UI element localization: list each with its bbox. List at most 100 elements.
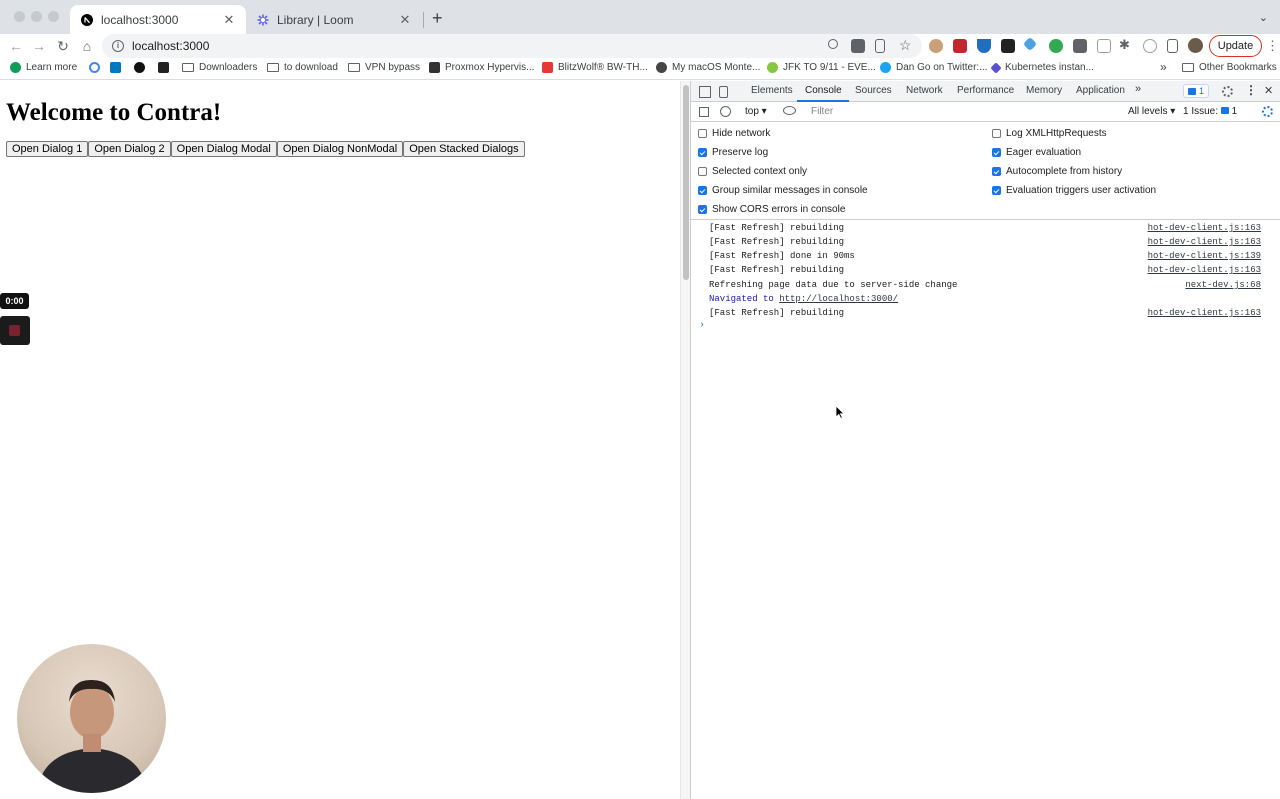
- group-similar-option[interactable]: Group similar messages in console: [698, 185, 868, 196]
- preserve-log-option[interactable]: Preserve log: [698, 147, 768, 158]
- source-link[interactable]: next-dev.js:68: [1185, 278, 1261, 292]
- sidebar-toggle-icon[interactable]: [699, 107, 709, 117]
- bookmark-kubernetes[interactable]: Kubernetes instan...: [990, 61, 1094, 74]
- extension-cookie-icon[interactable]: [929, 39, 943, 53]
- checkbox[interactable]: [698, 186, 707, 195]
- settings-gear-icon[interactable]: [1222, 86, 1233, 97]
- selected-context-only-option[interactable]: Selected context only: [698, 166, 807, 177]
- checkbox[interactable]: [698, 148, 707, 157]
- show-cors-errors-option[interactable]: Show CORS errors in console: [698, 204, 845, 215]
- home-icon[interactable]: ⌂: [78, 37, 96, 55]
- checkbox[interactable]: [698, 205, 707, 214]
- address-bar[interactable]: i localhost:3000: [102, 34, 922, 58]
- translate-icon[interactable]: [851, 39, 865, 53]
- extension-green-icon[interactable]: [1049, 39, 1063, 53]
- search-icon[interactable]: [828, 39, 838, 49]
- devtools-tab-elements[interactable]: Elements: [751, 85, 793, 96]
- bookmark-proxmox[interactable]: Proxmox Hypervis...: [429, 62, 534, 73]
- issues-counter[interactable]: 1 Issue: 1: [1183, 106, 1237, 117]
- extension-refresh-icon[interactable]: [1143, 39, 1157, 53]
- clear-console-icon[interactable]: [720, 106, 731, 117]
- hide-network-option[interactable]: Hide network: [698, 128, 770, 139]
- open-dialog-modal-button[interactable]: Open Dialog Modal: [170, 141, 277, 157]
- checkbox[interactable]: [698, 167, 707, 176]
- console-prompt[interactable]: ›: [699, 320, 705, 331]
- autocomplete-history-option[interactable]: Autocomplete from history: [992, 166, 1122, 177]
- bookmark-google[interactable]: [89, 62, 105, 73]
- zoom-window-dot[interactable]: [48, 11, 59, 22]
- close-tab-icon[interactable]: ✕: [398, 12, 412, 28]
- browser-menu-icon[interactable]: ⋮: [1266, 38, 1279, 54]
- side-panel-icon[interactable]: [1167, 39, 1178, 53]
- bookmark-play[interactable]: [134, 62, 150, 73]
- navigated-url-link[interactable]: http://localhost:3000/: [779, 294, 898, 304]
- devtools-tab-application[interactable]: Application: [1076, 85, 1125, 96]
- checkbox[interactable]: [992, 186, 1001, 195]
- device-toolbar-icon[interactable]: [719, 86, 728, 98]
- source-link[interactable]: hot-dev-client.js:163: [1148, 235, 1261, 249]
- evaluation-triggers-activation-option[interactable]: Evaluation triggers user activation: [992, 185, 1156, 196]
- source-link[interactable]: hot-dev-client.js:139: [1148, 249, 1261, 263]
- bookmark-star-icon[interactable]: ☆: [899, 38, 913, 52]
- source-link[interactable]: hot-dev-client.js:163: [1148, 306, 1261, 320]
- devtools-tab-sources[interactable]: Sources: [855, 85, 892, 96]
- checkbox[interactable]: [992, 148, 1001, 157]
- tab-loom-library[interactable]: Library | Loom ✕: [246, 5, 422, 34]
- bookmark-terminal[interactable]: [158, 62, 174, 73]
- profile-avatar[interactable]: [1188, 38, 1203, 53]
- bookmark-other-bookmarks[interactable]: Other Bookmarks: [1182, 62, 1277, 73]
- context-selector[interactable]: top ▾: [745, 106, 767, 117]
- console-filter-input[interactable]: Filter: [809, 105, 1119, 119]
- extension-grammarly-icon[interactable]: [1097, 39, 1111, 53]
- devtools-tab-memory[interactable]: Memory: [1026, 85, 1062, 96]
- source-link[interactable]: hot-dev-client.js:163: [1148, 221, 1261, 235]
- new-tab-button[interactable]: +: [432, 9, 443, 27]
- extensions-puzzle-icon[interactable]: ✱: [1119, 38, 1133, 52]
- more-bookmarks-button[interactable]: »: [1160, 60, 1167, 74]
- issues-badge[interactable]: 1: [1183, 84, 1210, 98]
- log-levels-dropdown[interactable]: All levels ▾: [1128, 106, 1175, 117]
- open-dialog-2-button[interactable]: Open Dialog 2: [88, 141, 171, 157]
- source-link[interactable]: hot-dev-client.js:163: [1148, 263, 1261, 277]
- bookmark-macos[interactable]: My macOS Monte...: [656, 62, 760, 73]
- inspect-element-icon[interactable]: [699, 86, 711, 98]
- bookmark-blitzwolf[interactable]: BlitzWolf® BW-TH...: [542, 62, 648, 73]
- bookmark-learn-more[interactable]: Learn more: [10, 62, 77, 73]
- bookmark-folder-to-download[interactable]: to download: [267, 62, 338, 73]
- devtools-tab-console[interactable]: Console: [805, 85, 842, 96]
- open-dialog-nonmodal-button[interactable]: Open Dialog NonModal: [276, 141, 404, 157]
- devtools-tab-performance[interactable]: Performance: [957, 85, 1014, 96]
- console-settings-gear-icon[interactable]: [1262, 106, 1273, 117]
- extension-pin-icon[interactable]: [1022, 36, 1038, 52]
- bookmark-folder-downloaders[interactable]: Downloaders: [182, 62, 257, 73]
- bookmark-trello[interactable]: [110, 62, 126, 73]
- minimize-window-dot[interactable]: [31, 11, 42, 22]
- bookmark-folder-vpn-bypass[interactable]: VPN bypass: [348, 62, 420, 73]
- eager-evaluation-option[interactable]: Eager evaluation: [992, 147, 1081, 158]
- open-stacked-dialogs-button[interactable]: Open Stacked Dialogs: [403, 141, 525, 157]
- close-window-dot[interactable]: [14, 11, 25, 22]
- stop-recording-button[interactable]: [0, 316, 30, 345]
- devtools-menu-icon[interactable]: ⋮: [1245, 83, 1257, 97]
- log-xhr-option[interactable]: Log XMLHttpRequests: [992, 128, 1107, 139]
- checkbox[interactable]: [992, 129, 1001, 138]
- close-tab-icon[interactable]: ✕: [222, 12, 236, 28]
- extension-vue-icon[interactable]: [977, 39, 991, 53]
- tab-localhost[interactable]: localhost:3000 ✕: [70, 5, 246, 34]
- back-arrow-icon[interactable]: ←: [7, 37, 25, 55]
- update-button[interactable]: Update: [1209, 35, 1262, 57]
- site-info-icon[interactable]: i: [112, 40, 124, 52]
- extension-tools-icon[interactable]: [1073, 39, 1087, 53]
- page-scrollbar[interactable]: [680, 81, 690, 799]
- live-expression-eye-icon[interactable]: [783, 106, 796, 115]
- extension-badge-icon[interactable]: [1001, 39, 1015, 53]
- extension-ublock-icon[interactable]: [953, 39, 967, 53]
- bookmark-jfk[interactable]: JFK TO 9/11 - EVE...: [767, 62, 876, 73]
- tab-search-chevron-icon[interactable]: ⌄: [1259, 11, 1268, 24]
- more-tabs-button[interactable]: »: [1135, 83, 1141, 95]
- open-dialog-1-button[interactable]: Open Dialog 1: [6, 141, 89, 157]
- checkbox[interactable]: [992, 167, 1001, 176]
- checkbox[interactable]: [698, 129, 707, 138]
- scrollbar-thumb[interactable]: [683, 85, 689, 280]
- devtools-tab-network[interactable]: Network: [906, 85, 943, 96]
